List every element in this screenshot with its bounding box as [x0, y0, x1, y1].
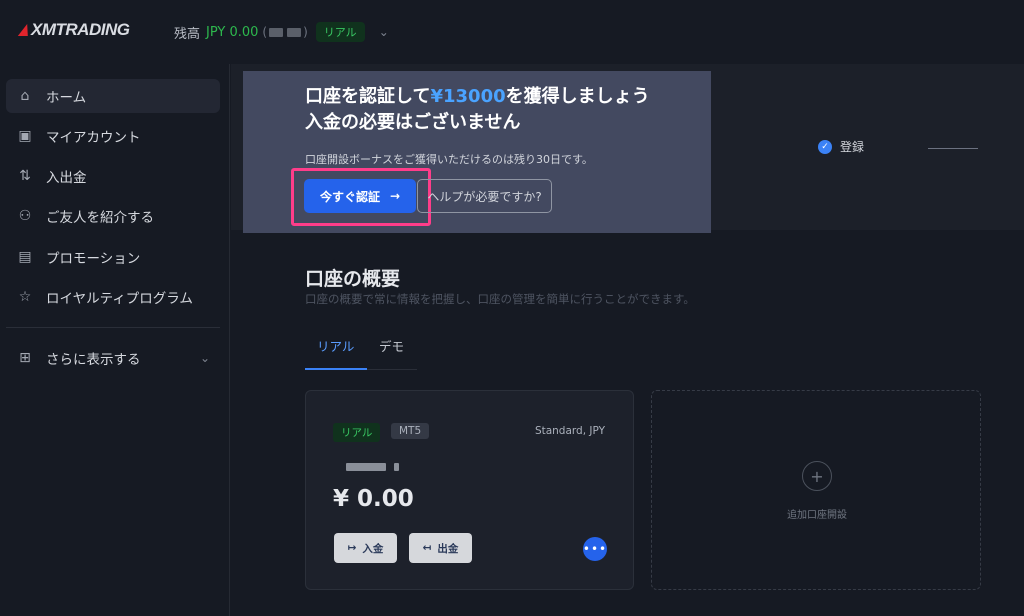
- masked-account-id: [344, 463, 401, 471]
- masked-account-number: [287, 27, 302, 37]
- account-type: Standard, JPY: [534, 425, 605, 437]
- step-connector: [928, 148, 978, 149]
- home-icon: ⌂: [20, 88, 30, 104]
- verify-now-label: 今すぐ認証: [319, 189, 380, 204]
- sidebar-item-label: さらに表示する: [46, 352, 141, 368]
- verification-promo-banner: 口座を認証して¥13000を獲得しましょう 入金の必要はございません 口座開設ボ…: [243, 71, 711, 233]
- sidebar-item-deposit-withdraw[interactable]: ⇅ 入出金: [6, 159, 220, 193]
- paren-close: ): [303, 25, 308, 39]
- withdraw-label: 出金: [437, 542, 459, 555]
- tab-demo[interactable]: デモ: [379, 336, 404, 355]
- xm-logo[interactable]: XMTRADING: [17, 20, 130, 40]
- promo-title-suffix: を獲得しましょう: [505, 86, 650, 107]
- platform-tag: MT5: [391, 423, 430, 439]
- tab-active-indicator: [305, 368, 367, 370]
- promo-subtitle: 口座開設ボーナスをご獲得いただけるのは残り30日です。: [305, 153, 593, 166]
- balance-label: 残高: [174, 26, 201, 42]
- chevron-down-icon: ⌄: [199, 351, 210, 365]
- logo-text: XMTRADING: [31, 20, 130, 39]
- account-real-tag: リアル: [333, 423, 381, 442]
- step-label: 登録: [840, 140, 865, 154]
- masked-block: [394, 463, 399, 471]
- deposit-button[interactable]: ↦ 入金: [334, 533, 397, 563]
- sidebar-item-label: マイアカウント: [46, 130, 141, 146]
- balance-summary[interactable]: 残高 JPY 0.00 ( ) リアル ⌄: [174, 22, 389, 42]
- sidebar-item-my-account[interactable]: ▣ マイアカウント: [6, 119, 220, 153]
- account-balance: ¥ 0.00: [333, 486, 414, 512]
- add-account-label: 追加口座開設: [787, 510, 847, 521]
- tab-real[interactable]: リアル: [317, 336, 354, 355]
- sidebar-divider: [6, 327, 220, 328]
- sidebar-item-show-more[interactable]: ⊞ さらに表示する ⌄: [6, 341, 220, 375]
- masked-account-number: [269, 27, 284, 37]
- sidebar: ⌂ ホーム ▣ マイアカウント ⇅ 入出金 ⚇ ご友人を紹介する ▤ プロモーシ…: [0, 64, 230, 616]
- sidebar-item-label: ロイヤルティプログラム: [46, 291, 193, 307]
- promo-title: 口座を認証して¥13000を獲得しましょう 入金の必要はございません: [305, 84, 705, 136]
- deposit-arrow-icon: ↦: [347, 542, 357, 554]
- balance-value: JPY 0.00: [206, 24, 259, 40]
- account-tabs: リアル デモ: [305, 332, 417, 370]
- account-type-badge: リアル: [315, 22, 365, 42]
- sidebar-item-promotions[interactable]: ▤ プロモーション: [6, 240, 220, 274]
- withdraw-arrow-icon: ↤: [422, 542, 432, 554]
- users-icon: ⚇: [18, 208, 32, 224]
- promo-title-line2: 入金の必要はございません: [305, 112, 521, 133]
- withdraw-button[interactable]: ↤ 出金: [409, 533, 472, 563]
- paren-open: (: [262, 25, 268, 39]
- arrows-updown-icon: ⇅: [19, 168, 31, 184]
- banner-strip: 口座を認証して¥13000を獲得しましょう 入金の必要はございません 口座開設ボ…: [231, 64, 1024, 233]
- sidebar-item-label: ご友人を紹介する: [46, 210, 154, 226]
- main-content: 口座を認証して¥13000を獲得しましょう 入金の必要はございません 口座開設ボ…: [231, 64, 1024, 616]
- gift-icon: ▤: [18, 249, 32, 265]
- check-circle-icon: ✓: [818, 139, 832, 154]
- sidebar-item-label: プロモーション: [46, 251, 141, 267]
- promo-amount: ¥13000: [430, 86, 506, 107]
- sidebar-item-home[interactable]: ⌂ ホーム: [6, 79, 220, 113]
- top-bar: XMTRADING 残高 JPY 0.00 ( ) リアル ⌄: [0, 0, 1024, 64]
- registration-step: ✓ 登録: [818, 138, 864, 155]
- arrow-right-icon: →: [389, 189, 401, 203]
- grid-icon: ⊞: [19, 350, 31, 366]
- card-icon: ▣: [18, 128, 32, 144]
- sidebar-item-loyalty[interactable]: ☆ ロイヤルティプログラム: [6, 280, 220, 314]
- help-button[interactable]: ヘルプが必要ですか?: [417, 179, 552, 213]
- sidebar-item-label: ホーム: [46, 90, 87, 106]
- promo-title-prefix: 口座を認証して: [305, 86, 431, 107]
- deposit-label: 入金: [362, 542, 384, 555]
- verify-now-button[interactable]: 今すぐ認証 →: [304, 179, 416, 213]
- account-card[interactable]: リアル MT5 Standard, JPY ¥ 0.00 ↦ 入金 ↤ 出金 •…: [305, 390, 634, 590]
- overview-description: 口座の概要で常に情報を把握し、口座の管理を簡単に行うことができます。: [305, 292, 695, 306]
- plus-icon: +: [802, 461, 832, 491]
- overview-title: 口座の概要: [305, 268, 401, 290]
- more-options-icon[interactable]: •••: [583, 537, 607, 561]
- sidebar-item-referral[interactable]: ⚇ ご友人を紹介する: [6, 199, 220, 233]
- chevron-down-icon[interactable]: ⌄: [379, 25, 389, 39]
- star-icon: ☆: [18, 289, 32, 305]
- sidebar-item-label: 入出金: [46, 170, 87, 186]
- masked-block: [346, 463, 386, 471]
- add-account-card[interactable]: + 追加口座開設: [651, 390, 981, 590]
